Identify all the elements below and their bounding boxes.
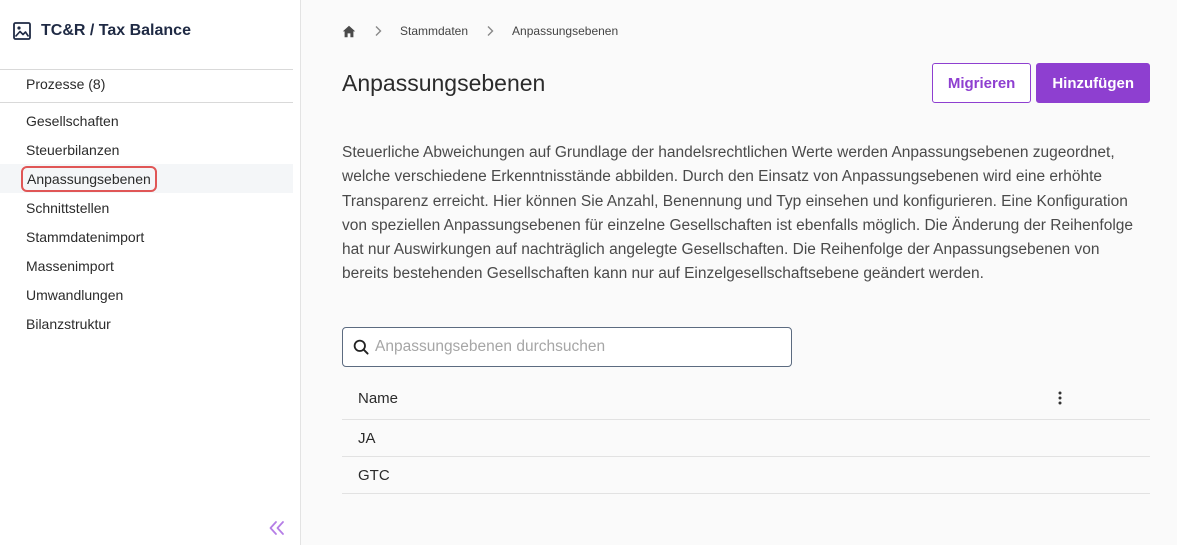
- sidebar-item-steuerbilanzen[interactable]: Steuerbilanzen: [0, 135, 293, 164]
- divider: [0, 69, 293, 70]
- main-content: Stammdaten Anpassungsebenen Anpassungseb…: [302, 0, 1177, 545]
- more-options-icon[interactable]: [1058, 391, 1062, 405]
- column-header-name[interactable]: Name: [358, 390, 398, 407]
- sidebar-item-stammdatenimport[interactable]: Stammdatenimport: [0, 222, 293, 251]
- sidebar-item-label: Anpassungsebenen: [21, 165, 157, 192]
- search-input[interactable]: [375, 338, 775, 356]
- page-description: Steuerliche Abweichungen auf Grundlage d…: [342, 144, 1134, 283]
- sidebar-nav: Gesellschaften Steuerbilanzen Anpassungs…: [0, 106, 293, 338]
- table-cell-name: JA: [358, 429, 376, 447]
- table-cell-name: GTC: [358, 466, 390, 484]
- search-box: [342, 327, 792, 367]
- sidebar-item-umwandlungen[interactable]: Umwandlungen: [0, 280, 293, 309]
- sidebar-item-label: Gesellschaften: [26, 112, 119, 129]
- adjustment-levels-table: Name JA GTC: [342, 377, 1150, 494]
- home-icon[interactable]: [342, 25, 356, 38]
- image-icon: [12, 21, 32, 41]
- chevron-right-icon: [374, 25, 382, 37]
- sidebar-item-label: Massenimport: [26, 257, 114, 274]
- migrate-button[interactable]: Migrieren: [931, 63, 1032, 103]
- breadcrumb-item-stammdaten[interactable]: Stammdaten: [400, 24, 468, 38]
- table-row[interactable]: JA: [342, 420, 1150, 457]
- breadcrumb: Stammdaten Anpassungsebenen: [342, 22, 618, 40]
- add-button[interactable]: Hinzufügen: [1036, 63, 1150, 103]
- double-chevron-left-icon: [268, 520, 286, 541]
- sidebar-item-label: Bilanzstruktur: [26, 315, 111, 332]
- chevron-right-icon: [486, 25, 494, 37]
- sidebar-item-massenimport[interactable]: Massenimport: [0, 251, 293, 280]
- sidebar-item-schnittstellen[interactable]: Schnittstellen: [0, 193, 293, 222]
- search-icon: [353, 339, 369, 355]
- sidebar-item-label: Schnittstellen: [26, 199, 110, 216]
- sidebar-item-label: Umwandlungen: [26, 286, 124, 303]
- breadcrumb-item-current: Anpassungsebenen: [512, 24, 619, 38]
- page-title: Anpassungsebenen: [342, 70, 546, 96]
- table-row[interactable]: GTC: [342, 457, 1150, 494]
- sidebar-item-label: Steuerbilanzen: [26, 141, 120, 158]
- divider: [0, 102, 293, 103]
- sidebar-item-bilanzstruktur[interactable]: Bilanzstruktur: [0, 309, 293, 338]
- sidebar-item-anpassungsebenen[interactable]: Anpassungsebenen: [0, 164, 293, 193]
- app-title: TC&R / Tax Balance: [41, 22, 191, 39]
- collapse-sidebar-button[interactable]: [266, 520, 288, 540]
- sidebar-item-processes[interactable]: Prozesse (8): [26, 76, 105, 92]
- sidebar-item-label: Stammdatenimport: [26, 228, 145, 245]
- page-actions: Migrieren Hinzufügen: [931, 63, 1150, 103]
- app-brand[interactable]: TC&R / Tax Balance: [12, 20, 191, 42]
- table-header: Name: [342, 377, 1150, 420]
- sidebar-item-gesellschaften[interactable]: Gesellschaften: [0, 106, 293, 135]
- sidebar: TC&R / Tax Balance Prozesse (8) Gesellsc…: [0, 0, 301, 545]
